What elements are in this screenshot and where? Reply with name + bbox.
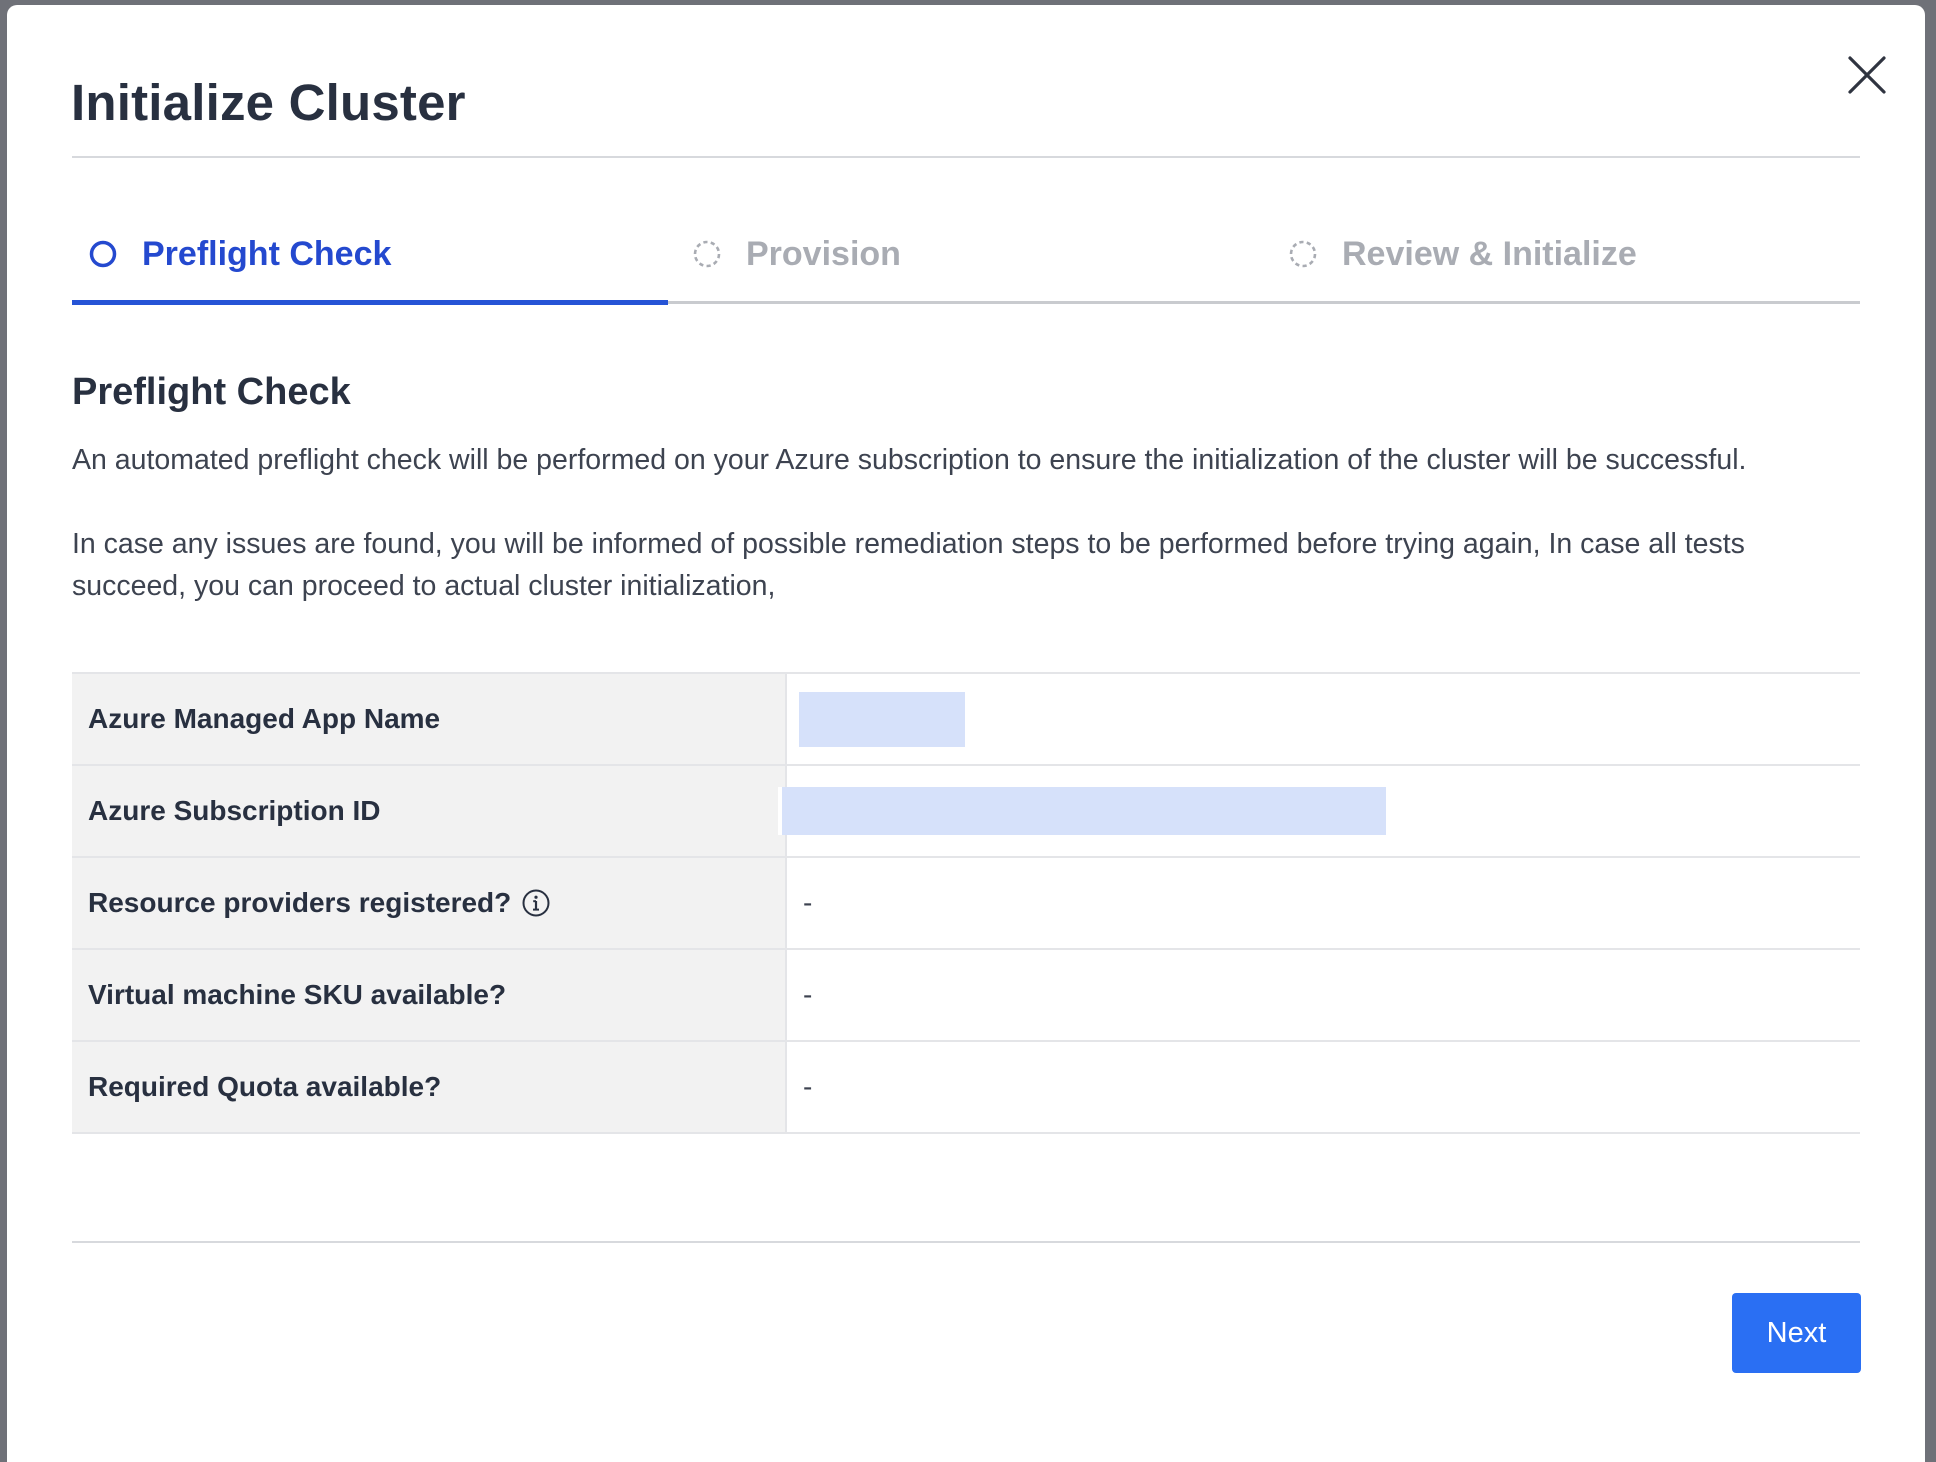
table-row: Azure Subscription ID: [72, 764, 1860, 857]
row-label-text: Resource providers registered?: [88, 887, 512, 918]
redacted-subscription-id: [778, 787, 1386, 835]
close-button[interactable]: [1845, 53, 1889, 97]
row-label: Required Quota available?: [72, 1040, 787, 1134]
initialize-cluster-dialog: Initialize Cluster Preflight Check Provi…: [7, 5, 1925, 1462]
table-row: Azure Managed App Name: [72, 672, 1860, 765]
remediation-paragraph: In case any issues are found, you will b…: [72, 528, 1745, 602]
close-icon: [1848, 56, 1886, 94]
row-label-text: Required Quota available?: [88, 1071, 442, 1102]
row-value: -: [786, 1040, 1860, 1134]
row-label: Azure Managed App Name: [72, 672, 787, 765]
dialog-title: Initialize Cluster: [71, 74, 466, 131]
next-button[interactable]: Next: [1732, 1293, 1861, 1373]
row-label-text: Azure Subscription ID: [88, 795, 381, 826]
row-value: [786, 672, 1860, 765]
stepper-active-indicator: [72, 300, 668, 305]
table-row: Required Quota available? -: [72, 1040, 1860, 1134]
row-value: [778, 764, 1860, 857]
step-label: Preflight Check: [142, 235, 392, 273]
step-review-initialize[interactable]: Review & Initialize: [1288, 217, 1637, 291]
dashed-circle-icon: [693, 240, 721, 268]
redacted-app-name: [799, 691, 965, 747]
table-row: Virtual machine SKU available? -: [72, 948, 1860, 1041]
info-icon[interactable]: [521, 888, 551, 918]
row-value: -: [786, 948, 1860, 1041]
title-divider: [72, 156, 1860, 158]
row-label-text: Virtual machine SKU available?: [88, 979, 507, 1010]
row-label: Azure Subscription ID: [72, 764, 787, 857]
footer-divider: [72, 1241, 1860, 1243]
circle-outline-icon: [89, 240, 117, 268]
step-label: Provision: [746, 235, 901, 273]
table-row: Resource providers registered? -: [72, 856, 1860, 949]
stepper: Preflight Check Provision Review & Initi…: [72, 217, 1860, 307]
preflight-info-table: Azure Managed App Name Azure Subscriptio…: [72, 672, 1860, 1134]
row-label: Resource providers registered?: [72, 856, 787, 949]
step-provision[interactable]: Provision: [692, 217, 901, 291]
step-preflight-check[interactable]: Preflight Check: [88, 217, 391, 291]
row-label: Virtual machine SKU available?: [72, 948, 787, 1041]
step-label: Review & Initialize: [1342, 235, 1637, 273]
section-title: Preflight Check: [72, 371, 351, 413]
row-value: -: [786, 856, 1860, 949]
description-paragraph: An automated preflight check will be per…: [72, 444, 1747, 476]
dashed-circle-icon: [1289, 240, 1317, 268]
row-label-text: Azure Managed App Name: [88, 703, 441, 734]
